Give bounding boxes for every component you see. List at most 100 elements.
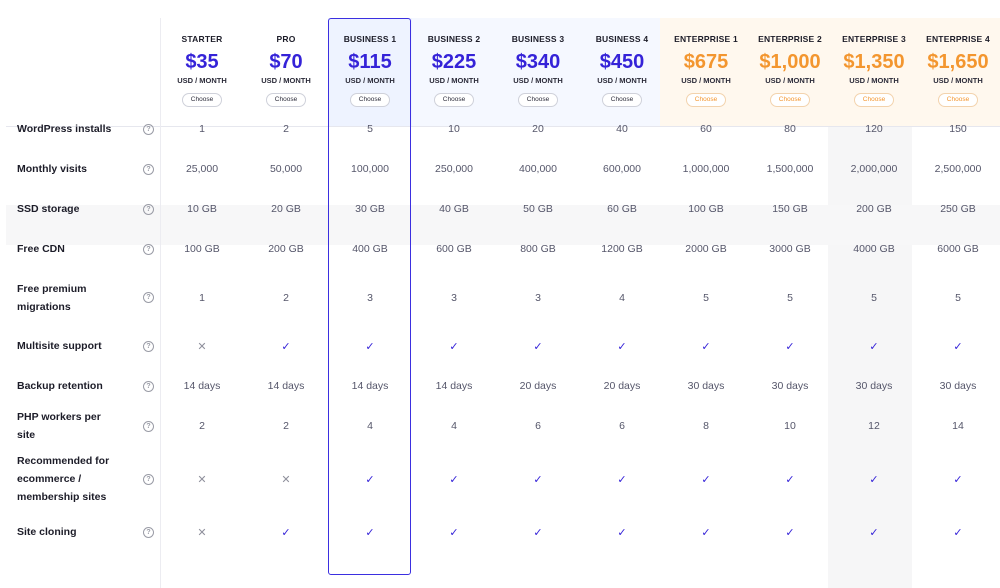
choose-plan-button[interactable]: Choose (181, 93, 223, 107)
feature-label: Site cloning? (0, 512, 160, 552)
plan-header: STARTER $35 USD / MONTH Choose (160, 0, 244, 109)
feature-value: 1 (199, 291, 205, 304)
feature-label-text: Multisite support (17, 340, 102, 352)
help-icon[interactable]: ? (143, 292, 154, 303)
feature-value-cell: ✓ (916, 326, 1000, 366)
feature-value-cell: 400 GB (328, 229, 412, 269)
feature-value: 30 days (939, 380, 977, 392)
feature-value-cell: 2,500,000 (916, 149, 1000, 189)
feature-value-cell: 100 GB (160, 229, 244, 269)
feature-value-cell: 4000 GB (832, 229, 916, 269)
cross-icon: ✕ (197, 473, 207, 486)
plan-price-unit: USD / MONTH (765, 76, 815, 85)
feature-value-cell: 50 GB (496, 189, 580, 229)
feature-value-cell: 30 days (916, 366, 1000, 406)
feature-value-cell: 1 (160, 109, 244, 149)
feature-value-cell: 5 (664, 269, 748, 326)
feature-value-cell: 250 GB (916, 189, 1000, 229)
feature-value-cell: ✓ (412, 326, 496, 366)
feature-label-text: Recommended for ecommerce / membership s… (17, 455, 110, 503)
check-icon: ✓ (281, 526, 291, 539)
feature-value: 600 GB (436, 243, 472, 255)
choose-plan-button[interactable]: Choose (433, 93, 475, 107)
feature-value-cell: 14 days (328, 366, 412, 406)
feature-value: 20 days (603, 380, 641, 392)
feature-value: 400 GB (352, 243, 388, 255)
feature-value-cell: 2 (244, 269, 328, 326)
choose-plan-button[interactable]: Choose (685, 93, 727, 107)
feature-label: Free premium migrations? (0, 269, 160, 326)
plan-price-unit: USD / MONTH (597, 76, 647, 85)
feature-value-cell: 80 (748, 109, 832, 149)
feature-value-cell: 4 (412, 406, 496, 446)
feature-value-cell: 30 days (748, 366, 832, 406)
feature-value: 200 GB (268, 243, 304, 255)
feature-value: 60 GB (607, 203, 637, 215)
choose-plan-button[interactable]: Choose (769, 93, 811, 107)
help-icon[interactable]: ? (143, 380, 154, 392)
choose-plan-button[interactable]: Choose (265, 93, 307, 107)
plan-price: $340 (515, 51, 561, 73)
help-icon[interactable]: ? (143, 243, 154, 255)
choose-plan-button[interactable]: Choose (601, 93, 643, 107)
feature-value-cell: ✓ (748, 512, 832, 552)
feature-value: 4 (451, 420, 457, 432)
help-icon[interactable]: ? (143, 203, 154, 215)
feature-value-cell: 100,000 (328, 149, 412, 189)
feature-value: 4000 GB (853, 243, 895, 255)
feature-value-cell: 1,500,000 (748, 149, 832, 189)
help-icon[interactable]: ? (143, 420, 154, 432)
feature-value-cell: 2 (244, 109, 328, 149)
feature-value: 14 days (183, 380, 221, 392)
feature-value: 3 (451, 291, 457, 304)
help-icon[interactable]: ? (143, 340, 154, 352)
feature-value-cell: 60 (664, 109, 748, 149)
plan-header: BUSINESS 4 $450 USD / MONTH Choose (580, 0, 664, 109)
feature-value-cell: 3000 GB (748, 229, 832, 269)
feature-value-cell: ✓ (328, 446, 412, 512)
feature-value: 10 (448, 123, 460, 135)
feature-value-cell: 12 (832, 406, 916, 446)
feature-value-cell: 6 (496, 406, 580, 446)
feature-value-cell: 8 (664, 406, 748, 446)
feature-value: 10 (784, 420, 796, 432)
feature-value-cell: ✕ (160, 326, 244, 366)
feature-value-cell: ✓ (832, 326, 916, 366)
check-icon: ✓ (449, 526, 459, 539)
feature-value: 30 days (687, 380, 725, 392)
choose-plan-button[interactable]: Choose (853, 93, 895, 107)
feature-value-cell: 1200 GB (580, 229, 664, 269)
check-icon: ✓ (869, 473, 879, 486)
choose-plan-button[interactable]: Choose (937, 93, 979, 107)
feature-value: 80 (784, 123, 796, 135)
check-icon: ✓ (533, 473, 543, 486)
feature-value-cell: 600,000 (580, 149, 664, 189)
feature-value-cell: 20 (496, 109, 580, 149)
check-icon: ✓ (785, 473, 795, 486)
feature-label: SSD storage? (0, 189, 160, 229)
feature-value: 8 (703, 420, 709, 432)
choose-plan-button[interactable]: Choose (517, 93, 559, 107)
feature-value: 6000 GB (937, 243, 979, 255)
choose-plan-button[interactable]: Choose (349, 93, 391, 107)
feature-value: 800 GB (520, 243, 556, 255)
feature-value: 100 GB (688, 203, 724, 215)
feature-value-cell: ✓ (580, 512, 664, 552)
plan-price-unit: USD / MONTH (849, 76, 899, 85)
check-icon: ✓ (701, 473, 711, 486)
check-icon: ✓ (701, 526, 711, 539)
feature-value-cell: 14 days (412, 366, 496, 406)
feature-value-cell: 200 GB (832, 189, 916, 229)
feature-value-cell: ✓ (412, 446, 496, 512)
feature-value: 5 (367, 123, 373, 135)
feature-value: 100,000 (351, 163, 389, 175)
feature-value: 30 days (771, 380, 809, 392)
help-icon[interactable]: ? (143, 123, 154, 135)
feature-value: 150 GB (772, 203, 808, 215)
help-icon[interactable]: ? (143, 526, 154, 538)
help-icon[interactable]: ? (143, 163, 154, 175)
plan-header: BUSINESS 2 $225 USD / MONTH Choose (412, 0, 496, 109)
feature-label: Backup retention? (0, 366, 160, 406)
help-icon[interactable]: ? (143, 473, 154, 485)
plan-price-unit: USD / MONTH (933, 76, 983, 85)
